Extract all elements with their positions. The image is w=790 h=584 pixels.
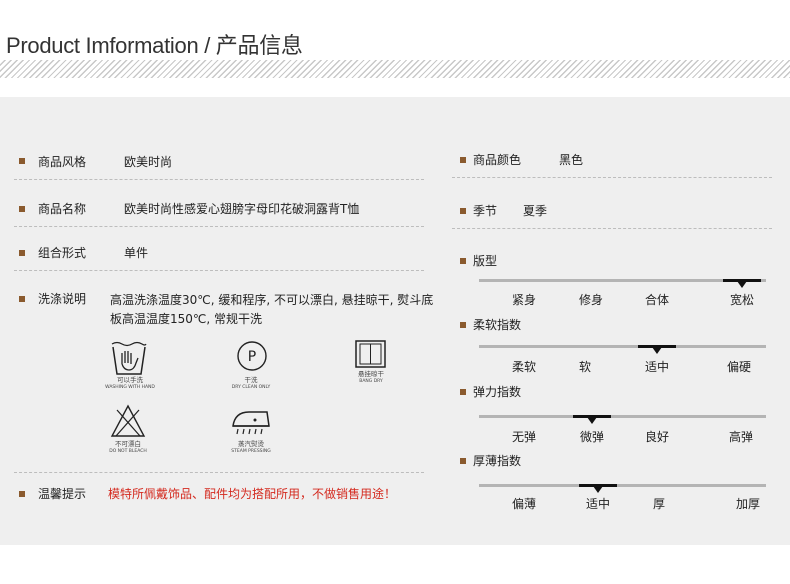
scale-option: 软 xyxy=(578,360,592,374)
scale-label: 厚薄指数 xyxy=(473,454,522,468)
hatch-divider xyxy=(0,60,790,78)
row-divider xyxy=(14,270,424,271)
season-label: 季节 xyxy=(473,204,498,218)
scale-track xyxy=(479,345,766,348)
scale-label: 版型 xyxy=(473,254,498,268)
row-divider xyxy=(14,472,424,473)
name-label: 商品名称 xyxy=(38,202,87,216)
dry-clean-icon: P xyxy=(237,341,267,371)
row-divider xyxy=(14,226,424,227)
scale-track xyxy=(479,484,766,487)
scale-option: 厚 xyxy=(652,497,666,511)
scale-option: 高弹 xyxy=(728,430,754,444)
scale-option: 无弹 xyxy=(511,430,537,444)
dry-clean-letter: P xyxy=(248,349,256,365)
hang-dry-icon xyxy=(355,340,386,368)
season-value: 夏季 xyxy=(523,204,548,218)
icon-caption-en: WASHING WITH HAND xyxy=(105,385,155,390)
icon-caption-en: BANG DRY xyxy=(359,379,383,384)
no-bleach-icon xyxy=(110,404,146,437)
name-value: 欧美时尚性感爱心翅膀字母印花破洞露背T恤 xyxy=(124,202,360,216)
style-value: 欧美时尚 xyxy=(124,155,173,169)
bullet-icon xyxy=(460,157,466,163)
note-label: 温馨提示 xyxy=(38,487,87,501)
bullet-icon xyxy=(460,458,466,464)
icon-caption: 悬挂晾干 xyxy=(358,370,384,378)
steam-iron-icon xyxy=(232,411,270,435)
scale-option: 适中 xyxy=(644,360,670,374)
icon-caption-en: DRY CLEAN ONLY xyxy=(231,385,271,390)
note-value: 模特所佩戴饰品、配件均为搭配所用，不做销售用途！ xyxy=(108,487,397,501)
scale-option: 偏薄 xyxy=(511,497,537,511)
icon-caption: 蒸汽熨烫 xyxy=(238,440,264,448)
hand-wash-icon xyxy=(111,341,147,375)
scale-track xyxy=(479,415,766,418)
bullet-icon xyxy=(19,250,25,256)
bullet-icon xyxy=(460,258,466,264)
row-divider xyxy=(452,228,772,229)
bullet-icon xyxy=(19,296,25,302)
combo-label: 组合形式 xyxy=(38,246,87,260)
scale-option: 加厚 xyxy=(735,497,761,511)
scale-pointer-icon xyxy=(587,417,597,424)
scale-pointer-icon xyxy=(652,347,662,354)
scale-option: 合体 xyxy=(644,293,670,307)
scale-label: 弹力指数 xyxy=(473,385,522,399)
page-title: Product Imformation / 产品信息 xyxy=(6,33,303,58)
washing-label: 洗涤说明 xyxy=(38,292,87,306)
scale-pointer-icon xyxy=(593,486,603,493)
icon-caption: 干洗 xyxy=(244,376,258,384)
scale-option: 紧身 xyxy=(511,293,537,307)
icon-caption: 不可漂白 xyxy=(115,440,141,448)
row-divider xyxy=(452,177,772,178)
scale-option: 宽松 xyxy=(729,293,755,307)
scale-option: 偏硬 xyxy=(726,360,752,374)
icon-caption-en: STEAM PRESSING xyxy=(231,449,271,454)
washing-text: 高温洗涤温度30℃, 缓和程序, 不可以漂白, 悬挂晾干, 熨斗底板高温温度15… xyxy=(110,293,434,326)
scale-pointer-icon xyxy=(737,281,747,288)
style-label: 商品风格 xyxy=(38,155,87,169)
scale-option: 良好 xyxy=(644,430,670,444)
bullet-icon xyxy=(460,389,466,395)
row-divider xyxy=(14,179,424,180)
combo-value: 单件 xyxy=(124,246,149,260)
bullet-icon xyxy=(460,208,466,214)
color-label: 商品颜色 xyxy=(473,153,522,167)
bullet-icon xyxy=(460,322,466,328)
bullet-icon xyxy=(19,206,25,212)
bullet-icon xyxy=(19,491,25,497)
icon-caption-en: DO NOT BLEACH xyxy=(109,449,147,454)
color-value: 黑色 xyxy=(559,153,584,167)
scale-option: 微弹 xyxy=(579,430,605,444)
scale-label: 柔软指数 xyxy=(473,318,522,332)
scale-option: 柔软 xyxy=(511,360,537,374)
bullet-icon xyxy=(19,158,25,164)
icon-caption: 可以手洗 xyxy=(117,376,143,384)
scale-option: 修身 xyxy=(578,293,604,307)
scale-option: 适中 xyxy=(585,497,611,511)
